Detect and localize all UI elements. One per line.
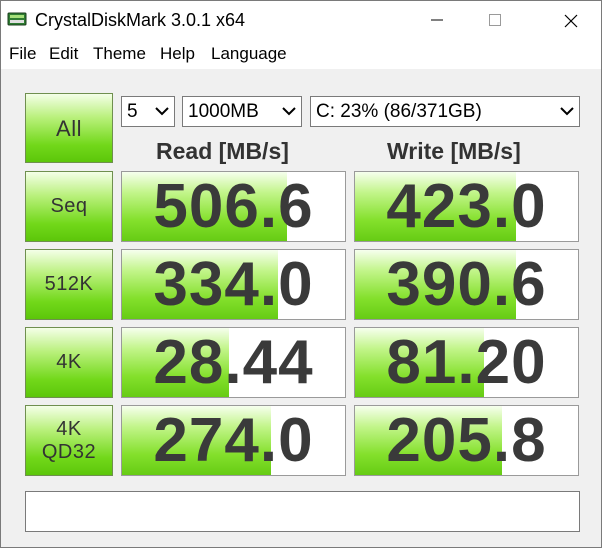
- result-value: 81.20: [386, 328, 547, 397]
- 512k-read-result: 334.0: [121, 249, 346, 320]
- test-size-value: 1000MB: [188, 101, 259, 122]
- result-value: 334.0: [153, 250, 314, 319]
- menu-edit[interactable]: Edit: [49, 44, 78, 64]
- result-value: 390.6: [386, 250, 547, 319]
- test-4k-button[interactable]: 4K: [25, 327, 113, 398]
- test-label: 4K: [56, 351, 82, 373]
- test-size-select[interactable]: 1000MB: [182, 96, 302, 127]
- result-value: 423.0: [386, 172, 547, 241]
- result-value: 28.44: [153, 328, 314, 397]
- 4k-qd32-write-result: 205.8: [354, 405, 579, 476]
- title-bar[interactable]: CrystalDiskMark 3.0.1 x64: [1, 1, 601, 39]
- 4k-qd32-read-result: 274.0: [121, 405, 346, 476]
- window-title: CrystalDiskMark 3.0.1 x64: [35, 10, 246, 30]
- 4k-write-result: 81.20: [354, 327, 579, 398]
- test-label: 512K: [44, 273, 94, 295]
- seq-write-result: 423.0: [354, 171, 579, 242]
- chevron-down-icon: [282, 107, 296, 116]
- test-label: Seq: [50, 195, 88, 217]
- test-count-value: 5: [127, 101, 138, 122]
- test-512k-button[interactable]: 512K: [25, 249, 113, 320]
- close-button[interactable]: [547, 1, 593, 39]
- seq-read-result: 506.6: [121, 171, 346, 242]
- run-all-label: All: [56, 115, 82, 141]
- result-value: 506.6: [153, 172, 314, 241]
- result-value: 205.8: [386, 406, 547, 475]
- disk-icon: [7, 9, 27, 29]
- test-4k-qd32-button[interactable]: 4K QD32: [25, 405, 113, 476]
- test-count-select[interactable]: 5: [121, 96, 175, 127]
- 4k-read-result: 28.44: [121, 327, 346, 398]
- chevron-down-icon: [560, 107, 574, 116]
- menu-bar: File Edit Theme Help Language: [1, 39, 601, 69]
- drive-select[interactable]: C: 23% (86/371GB): [310, 96, 580, 127]
- chevron-down-icon: [155, 107, 169, 116]
- menu-file[interactable]: File: [9, 44, 36, 64]
- read-column-header: Read [MB/s]: [156, 138, 289, 164]
- 512k-write-result: 390.6: [354, 249, 579, 320]
- menu-help[interactable]: Help: [160, 44, 195, 64]
- maximize-button[interactable]: [472, 1, 518, 39]
- app-window: CrystalDiskMark 3.0.1 x64 File Edit Them…: [0, 0, 602, 548]
- menu-theme[interactable]: Theme: [93, 44, 146, 64]
- result-value: 274.0: [153, 406, 314, 475]
- run-all-button[interactable]: All: [25, 93, 113, 163]
- write-column-header: Write [MB/s]: [387, 138, 521, 164]
- minimize-button[interactable]: [414, 1, 460, 39]
- comment-field[interactable]: [25, 491, 580, 532]
- drive-value: C: 23% (86/371GB): [316, 101, 482, 122]
- minimize-icon: [431, 19, 443, 21]
- test-label-secondary: QD32: [41, 440, 97, 463]
- menu-language[interactable]: Language: [211, 44, 287, 64]
- close-icon: [564, 14, 578, 28]
- test-seq-button[interactable]: Seq: [25, 171, 113, 242]
- test-label: 4K: [56, 417, 82, 440]
- maximize-icon: [489, 14, 501, 26]
